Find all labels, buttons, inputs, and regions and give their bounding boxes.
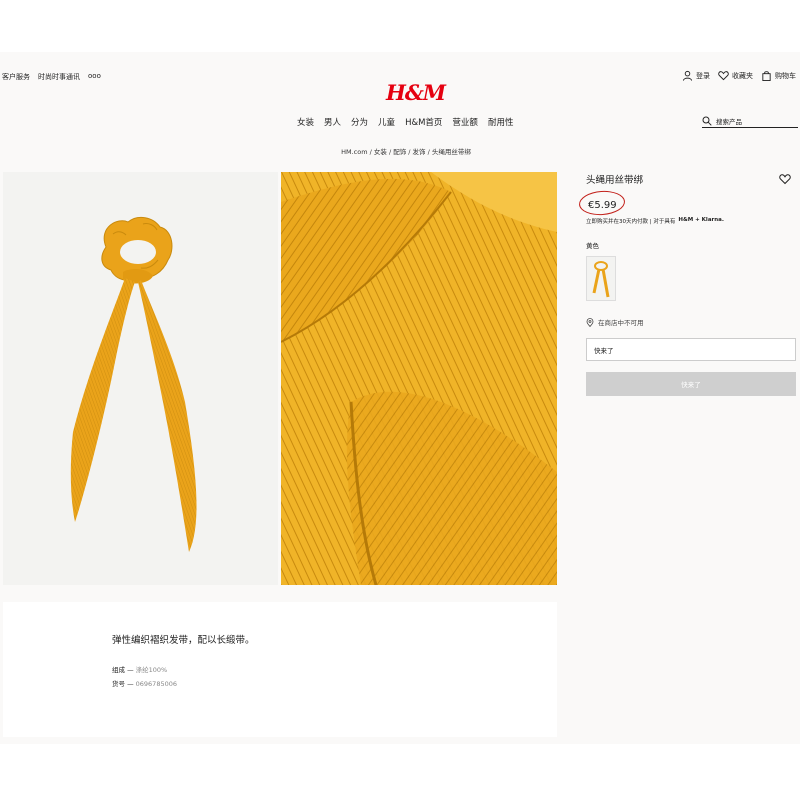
favorites-link[interactable]: 收藏夹	[718, 70, 753, 81]
color-swatch-yellow[interactable]	[586, 256, 616, 301]
newsletter-link[interactable]: 时尚时事通讯	[38, 72, 80, 82]
description-section: 弹性编织褶织发带，配以长缎带。 组成 — 涤纶100% 货号 — 0696785…	[3, 602, 557, 737]
main-nav: 女装 男人 分为 儿童 H&M首页 营业额 耐用性	[297, 116, 513, 128]
login-link[interactable]: 登录	[682, 70, 710, 81]
favorites-label: 收藏夹	[732, 71, 753, 80]
search-icon	[702, 116, 712, 126]
nav-item-women[interactable]: 女装	[297, 116, 314, 128]
product-image-main[interactable]	[3, 172, 278, 585]
nav-item-sustainability[interactable]: 耐用性	[488, 116, 514, 128]
search-input[interactable]: 搜索产品	[702, 114, 798, 128]
user-icon	[682, 70, 693, 81]
account-links: 登录 收藏夹 购物车	[678, 70, 796, 81]
cart-label: 购物车	[775, 71, 796, 80]
color-label: 黄色	[586, 242, 599, 250]
spec-article-number: 货号 — 0696785006	[112, 680, 177, 688]
nav-item-home[interactable]: H&M首页	[405, 116, 442, 128]
nav-item-divided[interactable]: 分为	[351, 116, 368, 128]
store-availability-text: 在商店中不可用	[598, 319, 644, 327]
klarna-brand: H&M + Klarna.	[678, 217, 724, 223]
scrunchie-illustration	[70, 216, 197, 552]
product-image-closeup[interactable]	[281, 172, 557, 585]
spec-value: 0696785006	[135, 680, 177, 688]
swatch-thumbnail	[592, 261, 610, 298]
spec-value: 涤纶100%	[135, 666, 168, 674]
search-placeholder: 搜索产品	[716, 117, 742, 126]
customer-service-link[interactable]: 客户服务	[2, 72, 30, 82]
spec-label: 货号	[112, 680, 125, 688]
shopping-bag-icon	[762, 71, 771, 81]
add-to-cart-button[interactable]: 快来了	[586, 372, 796, 396]
nav-item-sale[interactable]: 营业额	[452, 116, 478, 128]
heart-icon	[718, 71, 729, 81]
spec-label: 组成	[112, 666, 125, 674]
price-highlight-circle	[578, 189, 626, 217]
size-select-value: 快来了	[594, 346, 614, 355]
login-label: 登录	[696, 71, 710, 80]
breadcrumb: HM.com / 女装 / 配饰 / 发饰 / 头绳用丝带绑	[341, 148, 471, 156]
utility-links: 客户服务 时尚时事通讯 ooo	[2, 72, 101, 82]
spec-composition: 组成 — 涤纶100%	[112, 666, 168, 674]
size-select[interactable]: 快来了	[586, 338, 796, 361]
location-pin-icon	[586, 317, 594, 327]
fabric-closeup-illustration	[281, 172, 557, 585]
klarna-text: 立即购买并在30天内付款 | 对于具有	[586, 219, 676, 225]
klarna-info: 立即购买并在30天内付款 | 对于具有 H&M + Klarna.	[586, 217, 724, 225]
more-link[interactable]: ooo	[88, 72, 101, 82]
description-text: 弹性编织褶织发带，配以长缎带。	[112, 635, 255, 646]
cart-link[interactable]: 购物车	[761, 70, 796, 81]
hm-logo[interactable]: H&M	[386, 80, 446, 105]
nav-item-kids[interactable]: 儿童	[378, 116, 395, 128]
product-page: 客户服务 时尚时事通讯 ooo H&M 登录 收藏夹 购物车 女装 男人 分为 …	[0, 52, 800, 744]
add-to-cart-label: 快来了	[681, 381, 701, 389]
nav-item-men[interactable]: 男人	[324, 116, 341, 128]
store-availability[interactable]: 在商店中不可用	[586, 317, 644, 327]
favorite-heart-icon[interactable]	[779, 173, 791, 185]
product-title: 头绳用丝带绑	[586, 175, 644, 186]
